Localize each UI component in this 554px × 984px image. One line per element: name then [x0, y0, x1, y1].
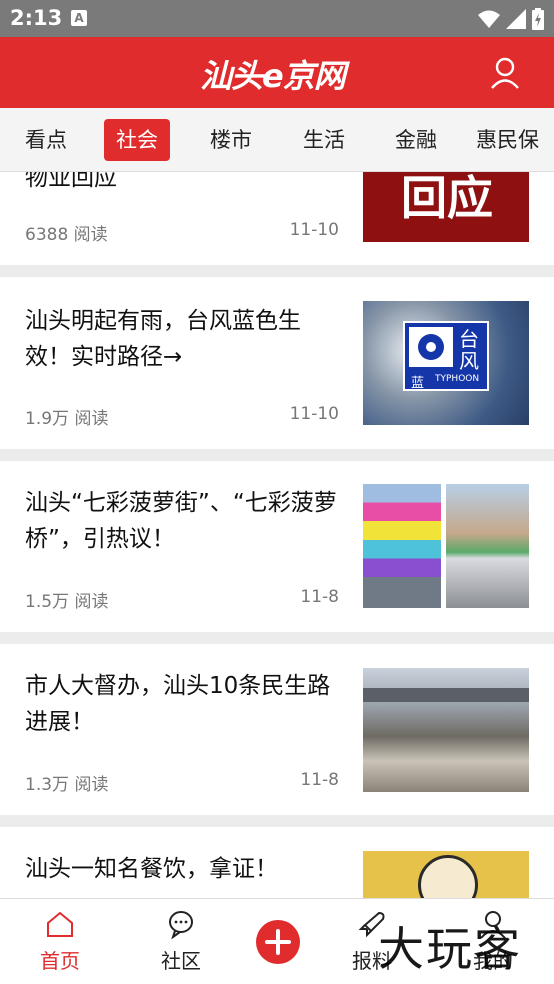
news-card[interactable]: 汕头明起有雨，台风蓝色生效！实时路径→ 1.9万 阅读 11-10 台 风 蓝 …	[0, 277, 554, 449]
news-card[interactable]: 物业回应 6388 阅读 11-10 回应	[0, 172, 554, 265]
home-icon	[47, 911, 73, 937]
news-title: 市人大督办，汕头10条民生路进展！	[25, 673, 331, 735]
tab-jinrong[interactable]: 金融	[395, 119, 437, 161]
news-card[interactable]: 汕头“七彩菠萝街”、“七彩菠萝桥”，引热议！ 1.5万 阅读 11-8	[0, 461, 554, 632]
tab-huiminbao[interactable]: 惠民保	[476, 119, 539, 161]
watermark: 大玩客	[378, 922, 522, 976]
nav-community[interactable]: 社区	[141, 909, 221, 974]
colorful-street-photo	[363, 484, 441, 608]
read-count: 1.9万 阅读	[25, 409, 109, 429]
bottom-navigation: 首页 社区 报料 我的 大玩客	[0, 898, 554, 984]
chat-bubble-icon	[169, 911, 193, 939]
user-profile-icon[interactable]	[490, 57, 520, 89]
tab-kandian[interactable]: 看点	[25, 119, 67, 161]
news-title: 物业回应	[25, 172, 117, 191]
news-thumbnail	[363, 851, 529, 898]
publish-date: 11-10	[289, 404, 339, 424]
nav-home[interactable]: 首页	[20, 909, 100, 974]
publish-date: 11-8	[300, 770, 339, 790]
notification-icon: A	[71, 10, 87, 26]
news-card[interactable]: 市人大督办，汕头10条民生路进展！ 1.3万 阅读 11-8	[0, 644, 554, 815]
colorful-bridge-photo	[446, 484, 529, 608]
typhoon-warning-badge: 台 风 蓝 TYPHOON	[403, 321, 489, 391]
plus-icon	[265, 929, 291, 955]
restaurant-sign-photo	[418, 855, 478, 898]
add-post-button[interactable]	[256, 920, 300, 964]
badge-char-mid: 风	[459, 349, 479, 373]
news-thumbnail: 回应	[363, 172, 529, 242]
read-count: 1.3万 阅读	[25, 775, 109, 795]
tab-loushi[interactable]: 楼市	[210, 119, 252, 161]
inspection-photo	[363, 688, 529, 702]
cyclone-symbol	[418, 334, 444, 360]
publish-date: 11-10	[289, 220, 339, 240]
news-title: 汕头明起有雨，台风蓝色生效！实时路径→	[25, 308, 301, 370]
publish-date: 11-8	[300, 587, 339, 607]
thumbnail-text: 回应	[401, 172, 493, 225]
nav-community-label: 社区	[161, 949, 201, 973]
category-tabs: 看点 社会 楼市 生活 金融 惠民保	[0, 108, 554, 172]
tab-shehui[interactable]: 社会	[104, 119, 170, 161]
news-card[interactable]: 汕头一知名餐饮，拿证！	[0, 827, 554, 898]
app-header: 汕头e京网	[0, 37, 554, 108]
read-count: 1.5万 阅读	[25, 592, 109, 612]
nav-home-label: 首页	[40, 949, 80, 973]
news-title: 汕头“七彩菠萝街”、“七彩菠萝桥”，引热议！	[25, 490, 337, 552]
read-count: 6388 阅读	[25, 225, 108, 245]
battery-icon	[532, 8, 544, 30]
badge-typhoon-label: TYPHOON	[435, 374, 480, 384]
status-time: 2:13	[10, 6, 63, 30]
tab-shenghuo[interactable]: 生活	[303, 119, 345, 161]
signal-icon	[506, 9, 526, 29]
app-logo: 汕头e京网	[200, 57, 346, 95]
status-icons	[478, 8, 544, 30]
news-title: 汕头一知名餐饮，拿证！	[25, 856, 278, 882]
badge-level-label: 蓝	[411, 376, 425, 391]
wifi-icon	[478, 10, 500, 28]
status-bar: 2:13 A	[0, 0, 554, 37]
news-feed: 物业回应 6388 阅读 11-10 回应 汕头明起有雨，台风蓝色生效！实时路径…	[0, 172, 554, 898]
typhoon-icon	[409, 327, 453, 367]
news-thumbnail: 台 风 蓝 TYPHOON	[363, 301, 529, 425]
news-thumbnail	[363, 668, 529, 792]
news-thumbnail	[363, 484, 529, 608]
